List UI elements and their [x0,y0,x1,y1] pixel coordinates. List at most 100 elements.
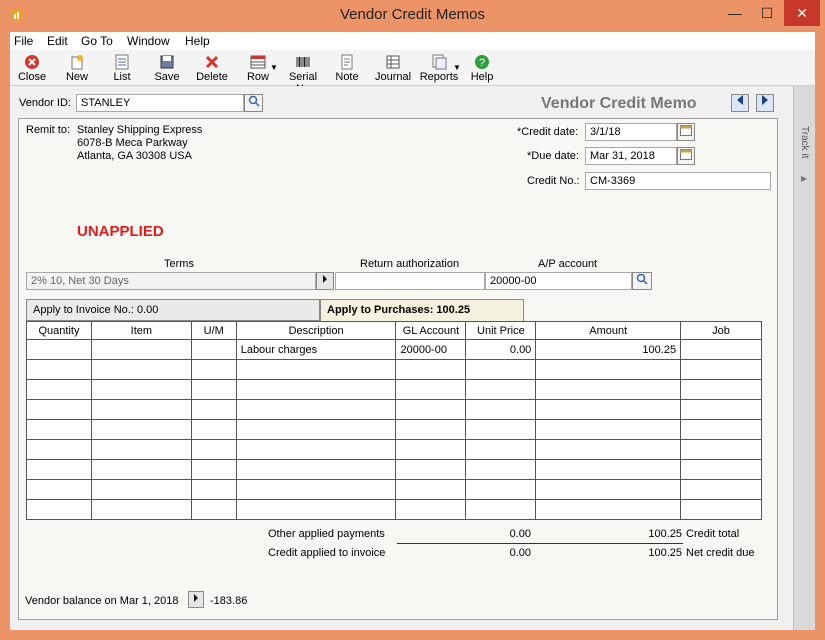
table-row[interactable] [26,379,762,400]
empty-cell[interactable] [90,499,192,520]
empty-cell[interactable] [90,359,192,380]
terms-button[interactable] [316,272,334,290]
table-row[interactable] [26,459,762,480]
empty-cell[interactable] [190,419,237,440]
empty-cell[interactable] [26,499,92,520]
row-dropdown-icon[interactable]: ▼ [270,63,278,72]
menu-help[interactable]: Help [185,34,210,48]
empty-cell[interactable] [465,419,537,440]
empty-cell[interactable] [395,399,467,420]
close-button[interactable]: Close [12,52,52,86]
empty-cell[interactable] [90,379,192,400]
empty-cell[interactable] [465,379,537,400]
empty-cell[interactable] [535,439,682,460]
table-row[interactable] [26,399,762,420]
terms-input[interactable] [26,272,316,290]
empty-cell[interactable] [465,399,537,420]
empty-cell[interactable] [680,359,762,380]
empty-cell[interactable] [465,459,537,480]
empty-cell[interactable] [235,479,397,500]
empty-cell[interactable] [680,439,762,460]
empty-cell[interactable] [680,459,762,480]
reports-button[interactable]: Reports ▼ [415,52,463,86]
empty-cell[interactable] [235,379,397,400]
empty-cell[interactable] [190,359,237,380]
empty-cell[interactable] [235,359,397,380]
close-window-button[interactable]: ✕ [784,0,820,26]
empty-cell[interactable] [535,379,682,400]
empty-cell[interactable] [190,479,237,500]
empty-cell[interactable] [395,439,467,460]
next-record-button[interactable] [756,94,774,112]
empty-cell[interactable] [26,379,92,400]
row-button[interactable]: Row ▼ [237,52,279,86]
credit-no-input[interactable] [585,172,771,190]
empty-cell[interactable] [465,479,537,500]
cell-unit-price[interactable]: 0.00 [465,339,537,360]
empty-cell[interactable] [90,479,192,500]
journal-button[interactable]: Journal [371,52,415,86]
empty-cell[interactable] [395,419,467,440]
vendor-balance-button[interactable] [188,591,204,608]
cell-gl-account[interactable]: 20000-00 [395,339,467,360]
track-it-sidebar[interactable]: Track it ▶ [793,86,815,630]
empty-cell[interactable] [535,419,682,440]
empty-cell[interactable] [395,459,467,480]
empty-cell[interactable] [26,359,92,380]
empty-cell[interactable] [395,479,467,500]
table-row[interactable] [26,359,762,380]
empty-cell[interactable] [190,499,237,520]
reports-dropdown-icon[interactable]: ▼ [453,63,461,72]
delete-button[interactable]: Delete [192,52,232,86]
empty-cell[interactable] [680,379,762,400]
ap-account-lookup-button[interactable] [632,272,652,290]
empty-cell[interactable] [535,499,682,520]
empty-cell[interactable] [26,459,92,480]
menu-file[interactable]: File [14,34,33,48]
table-row[interactable] [26,479,762,500]
note-button[interactable]: Note [327,52,367,86]
menu-window[interactable]: Window [127,34,170,48]
empty-cell[interactable] [680,479,762,500]
empty-cell[interactable] [535,479,682,500]
minimize-button[interactable]: — [720,0,750,26]
empty-cell[interactable] [90,399,192,420]
empty-cell[interactable] [26,479,92,500]
empty-cell[interactable] [190,379,237,400]
new-button[interactable]: New [57,52,97,86]
list-button[interactable]: List [102,52,142,86]
ap-account-input[interactable] [485,272,632,290]
expand-arrow-icon[interactable]: ▶ [801,174,807,183]
empty-cell[interactable] [90,419,192,440]
due-date-picker[interactable] [677,147,695,165]
empty-cell[interactable] [90,459,192,480]
save-button[interactable]: Save [147,52,187,86]
empty-cell[interactable] [680,499,762,520]
help-button[interactable]: ? Help [462,52,502,86]
empty-cell[interactable] [465,359,537,380]
maximize-button[interactable]: ☐ [752,0,782,26]
empty-cell[interactable] [26,419,92,440]
cell-item[interactable] [90,339,192,360]
empty-cell[interactable] [235,499,397,520]
empty-cell[interactable] [395,499,467,520]
table-row[interactable] [26,499,762,520]
serial-no-button[interactable]: Serial No [281,52,325,95]
tab-apply-invoice[interactable]: Apply to Invoice No.: 0.00 [26,299,320,321]
empty-cell[interactable] [26,399,92,420]
empty-cell[interactable] [90,439,192,460]
cell-job[interactable] [680,339,762,360]
table-row[interactable]: Labour charges 20000-00 0.00 100.25 [26,339,762,360]
empty-cell[interactable] [395,379,467,400]
cell-quantity[interactable] [26,339,92,360]
empty-cell[interactable] [535,459,682,480]
vendor-id-input[interactable] [76,94,244,112]
empty-cell[interactable] [235,439,397,460]
table-row[interactable] [26,439,762,460]
empty-cell[interactable] [26,439,92,460]
tab-apply-purchases[interactable]: Apply to Purchases: 100.25 [320,299,524,321]
cell-amount[interactable]: 100.25 [535,339,682,360]
menu-goto[interactable]: Go To [81,34,113,48]
credit-date-picker[interactable] [677,123,695,141]
vendor-lookup-button[interactable] [244,94,263,112]
